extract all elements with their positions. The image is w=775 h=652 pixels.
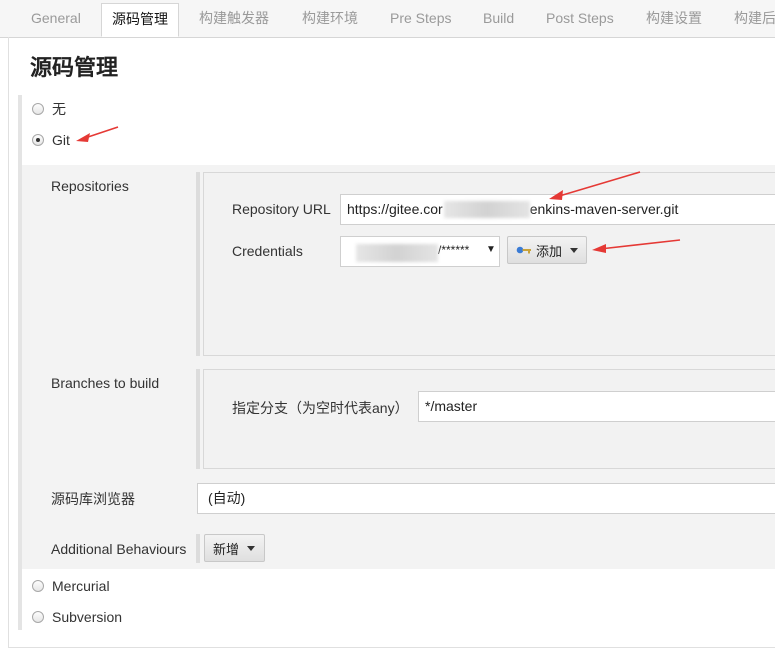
annotation-arrow-git bbox=[76, 126, 119, 142]
annotation-arrow-add-credentials bbox=[592, 239, 681, 253]
annotation-arrows bbox=[76, 126, 681, 253]
annotation-arrow-repository-url bbox=[549, 171, 641, 200]
